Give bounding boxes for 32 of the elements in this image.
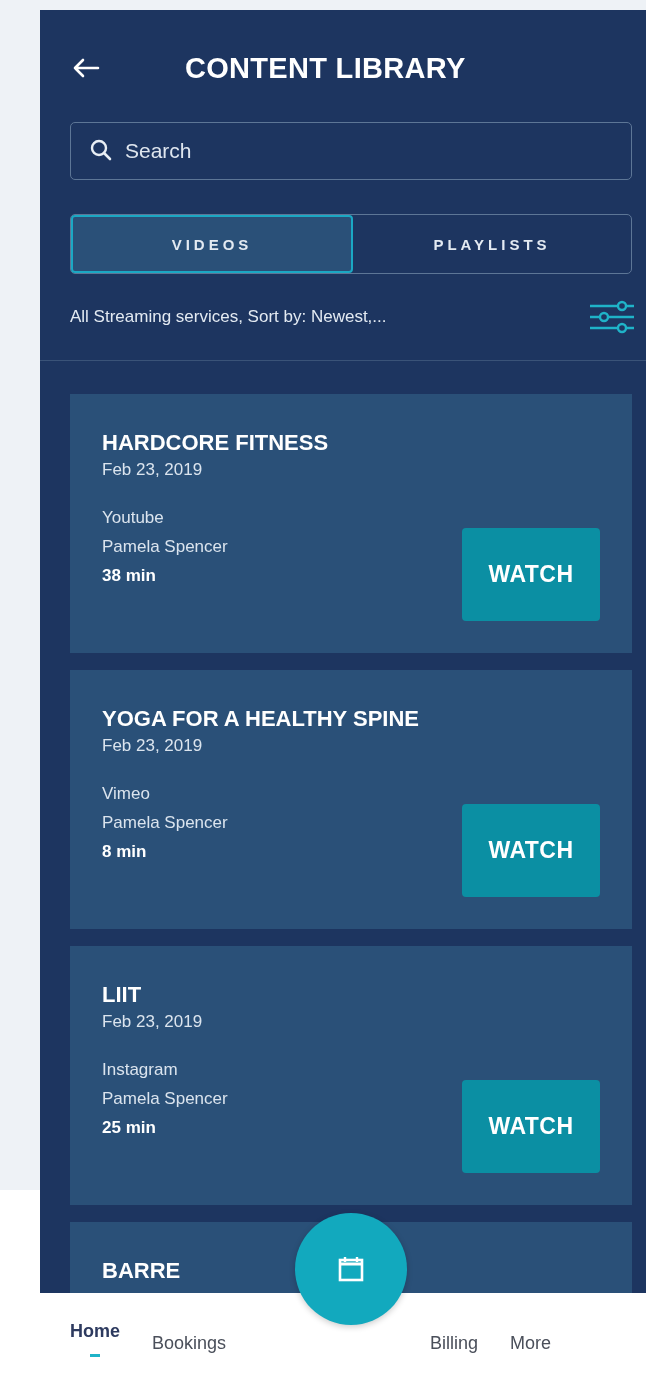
video-date: Feb 23, 2019 bbox=[102, 460, 204, 480]
watch-button[interactable]: WATCH bbox=[462, 528, 600, 621]
video-instructor: Pamela Spencer bbox=[102, 537, 229, 557]
video-date: Feb 23, 2019 bbox=[102, 1012, 204, 1032]
video-title: LIIT bbox=[102, 982, 143, 1008]
video-title: YOGA FOR A HEALTHY SPINE bbox=[102, 706, 419, 732]
nav-item[interactable]: Bookings bbox=[152, 1333, 227, 1369]
calendar-icon bbox=[337, 1255, 365, 1283]
nav-item[interactable]: More bbox=[510, 1333, 552, 1369]
video-instructor: Pamela Spencer bbox=[102, 1089, 228, 1109]
video-service: Vimeo bbox=[102, 784, 151, 804]
tab[interactable]: PLAYLISTS bbox=[353, 215, 631, 273]
page-title: CONTENT LIBRARY bbox=[185, 51, 466, 85]
search-icon bbox=[90, 139, 112, 161]
video-duration: 8 min bbox=[102, 842, 148, 862]
video-title: BARRE bbox=[102, 1258, 181, 1284]
filter-summary: All Streaming services, Sort by: Newest,... bbox=[70, 307, 387, 327]
nav-item[interactable]: Billing bbox=[430, 1333, 479, 1369]
video-date: Feb 23, 2019 bbox=[102, 736, 204, 756]
watch-button[interactable]: WATCH bbox=[462, 1080, 600, 1173]
watch-button[interactable]: WATCH bbox=[462, 804, 600, 897]
video-instructor: Pamela Spencer bbox=[102, 813, 229, 833]
video-service: Instagram bbox=[102, 1060, 179, 1080]
search-field[interactable]: Search bbox=[70, 122, 632, 180]
filter-sliders-icon[interactable] bbox=[588, 299, 636, 335]
video-service: Youtube bbox=[102, 508, 165, 528]
video-duration: 25 min bbox=[102, 1118, 157, 1138]
video-duration: 38 min bbox=[102, 566, 157, 586]
video-title: HARDCORE FITNESS bbox=[102, 430, 329, 456]
back-arrow-icon[interactable] bbox=[72, 58, 100, 78]
tab[interactable]: VIDEOS bbox=[71, 215, 353, 273]
nav-item[interactable]: Home bbox=[70, 1321, 120, 1357]
